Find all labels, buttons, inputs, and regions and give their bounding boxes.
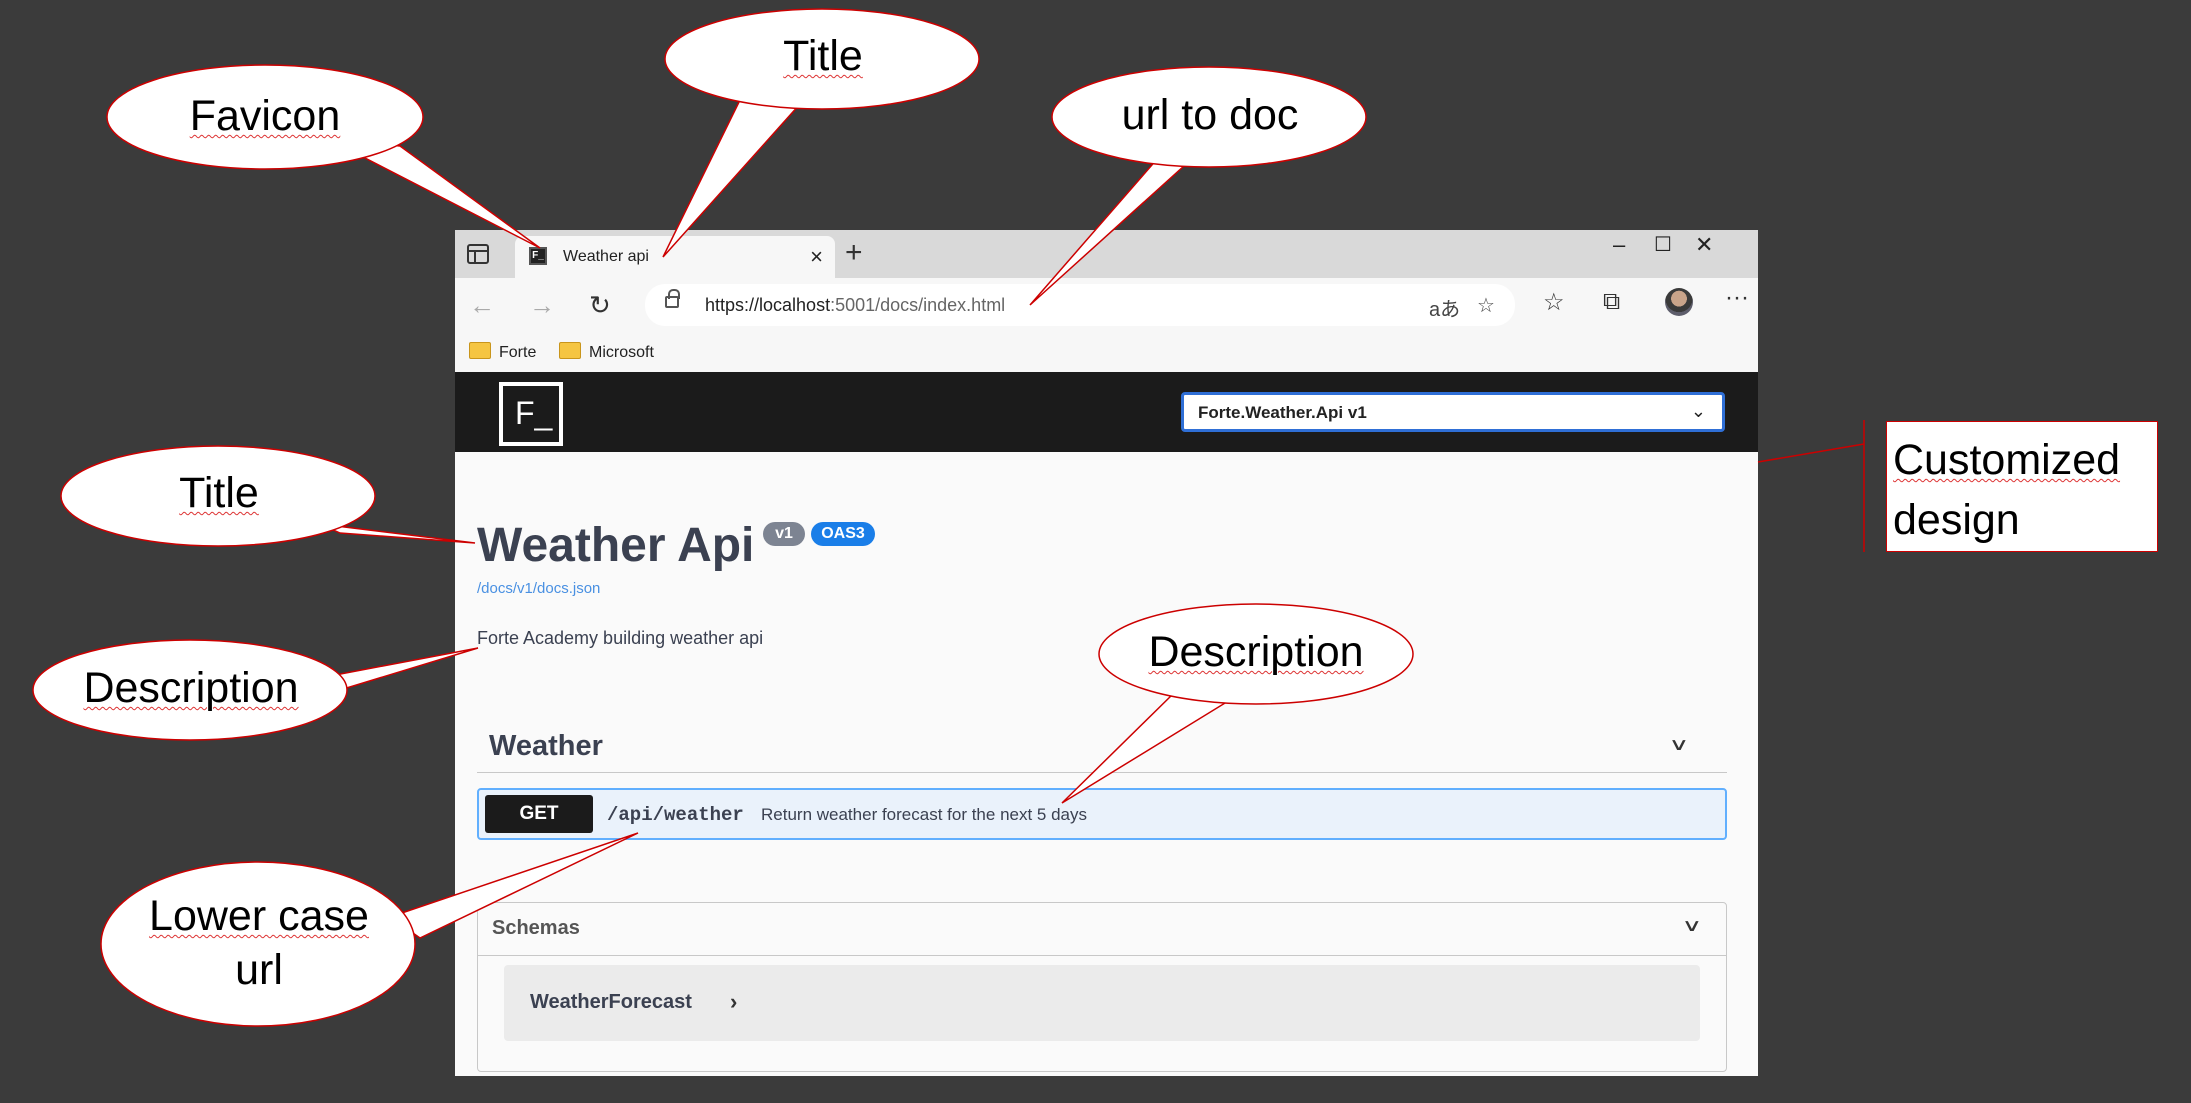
- description-left-callout-label: Description: [33, 662, 349, 716]
- favicon-callout-text: Favicon: [189, 92, 341, 140]
- lower-case-callout-text-1: Lower case: [149, 892, 369, 940]
- customized-callout-text-2: design: [1893, 496, 2020, 545]
- lower-case-callout-label: Lower case url: [101, 890, 417, 998]
- description-right-callout-tail: [1061, 691, 1233, 804]
- title-tab-callout-text: Title: [783, 32, 863, 80]
- description-left-callout-text: Description: [83, 664, 299, 712]
- lower-case-callout-tail: [388, 832, 639, 939]
- customized-design-callout: Customized design: [1886, 421, 2158, 552]
- url-callout-text: url to doc: [1121, 91, 1299, 139]
- description-left-callout-tail: [328, 647, 479, 691]
- description-right-callout-label: Description: [1098, 626, 1414, 680]
- title-tab-callout-label: Title: [665, 30, 981, 84]
- customized-callout-text-1: Customized: [1893, 436, 2121, 484]
- title-tab-callout-tail: [662, 99, 802, 258]
- url-callout-tail: [1029, 149, 1197, 306]
- description-right-callout-text: Description: [1148, 628, 1364, 676]
- title-page-callout-text: Title: [179, 469, 259, 517]
- lower-case-callout-text-2: url: [235, 945, 283, 994]
- url-callout-label: url to doc: [1052, 89, 1368, 143]
- title-page-callout-label: Title: [61, 467, 377, 521]
- customized-connector-line: [1757, 443, 1865, 463]
- favicon-callout-label: Favicon: [107, 90, 423, 144]
